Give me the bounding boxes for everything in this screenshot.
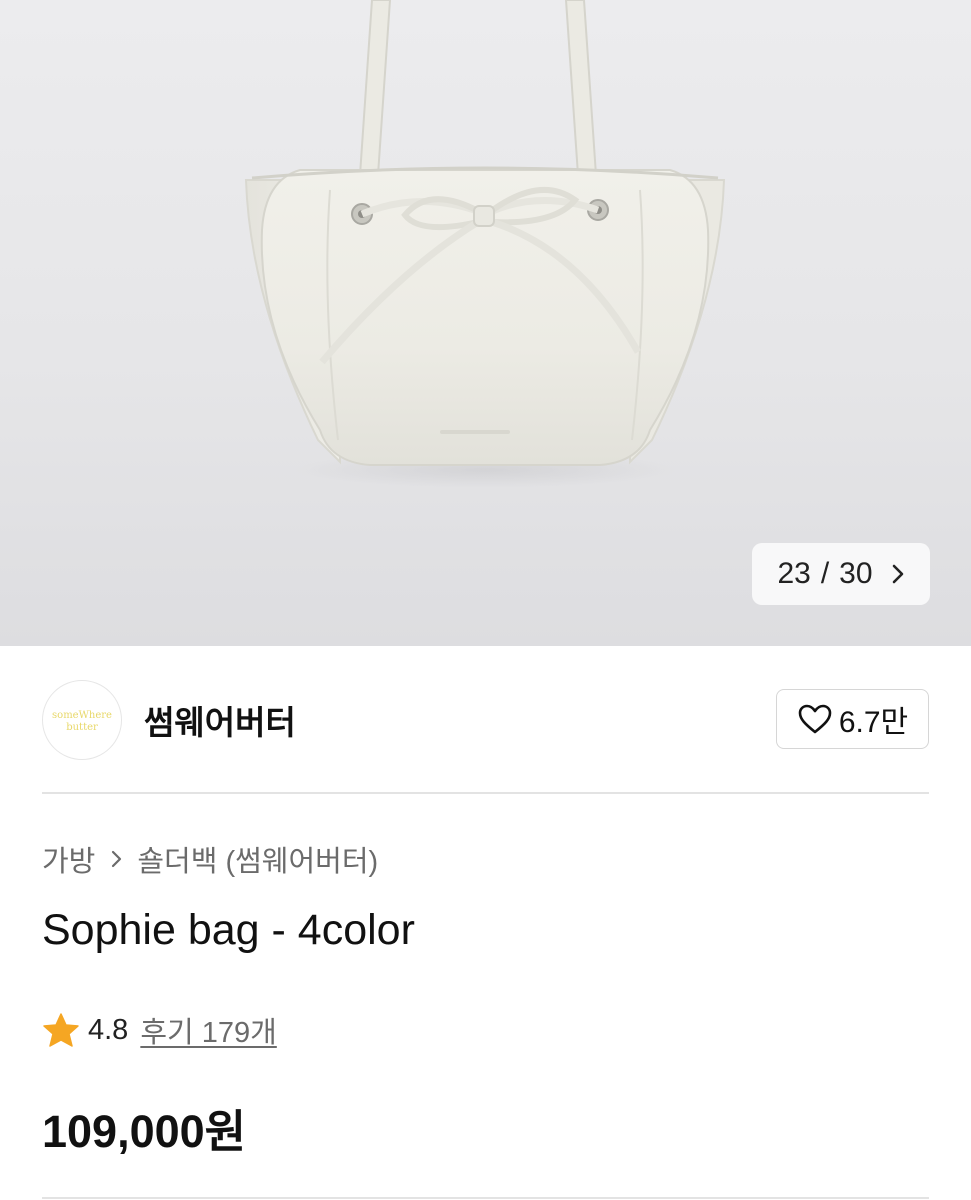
breadcrumb-subcategory[interactable]: 숄더백 (썸웨어버터) (137, 838, 378, 880)
chevron-right-icon[interactable] (891, 563, 905, 585)
image-counter-current: 23 (777, 557, 811, 590)
seller-name[interactable]: 썸웨어버터 (144, 696, 296, 744)
like-button[interactable]: 6.7만 (776, 689, 929, 749)
image-counter-total: 30 (839, 557, 873, 590)
like-count: 6.7만 (838, 706, 909, 739)
product-price: 109,000원 (42, 1106, 247, 1157)
chevron-right-icon (111, 849, 123, 869)
image-counter-separator: / (820, 557, 830, 590)
product-image-gallery[interactable]: 23 / 30 (0, 0, 971, 646)
divider (42, 792, 929, 794)
svg-text:butter: butter (66, 722, 98, 733)
seller-logo-text: someWhere (52, 710, 112, 721)
rating-row: 4.8 후기 179개 (42, 1008, 277, 1052)
image-counter[interactable]: 23 / 30 (752, 543, 930, 605)
seller-logo[interactable]: someWhere butter (42, 680, 122, 760)
rating-score: 4.8 (88, 1013, 129, 1046)
reviews-link[interactable]: 후기 179개 (140, 1009, 276, 1051)
seller-row: someWhere butter 썸웨어버터 6.7만 (42, 678, 929, 762)
breadcrumb: 가방 숄더백 (썸웨어버터) (42, 838, 378, 880)
star-icon (42, 1012, 80, 1048)
section-divider (42, 1197, 929, 1199)
breadcrumb-category[interactable]: 가방 (42, 838, 95, 880)
product-title: Sophie bag - 4color (42, 906, 415, 954)
heart-outline-icon (797, 703, 833, 735)
